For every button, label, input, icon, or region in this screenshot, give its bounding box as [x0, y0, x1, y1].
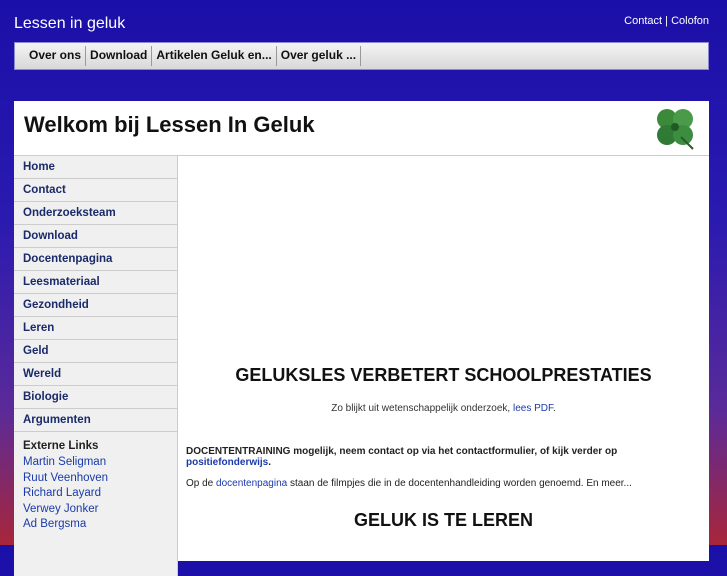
- four-leaf-clover-icon: [657, 109, 694, 150]
- sidebar-item-wereld[interactable]: Wereld: [14, 363, 177, 386]
- positiefonderwijs-link[interactable]: positiefonderwijs: [186, 457, 268, 468]
- sidebar-item-leren[interactable]: Leren: [14, 317, 177, 340]
- page-container: Welkom bij Lessen In Geluk Home Contact …: [14, 101, 709, 576]
- top-links: Contact | Colofon: [624, 15, 709, 27]
- external-link[interactable]: Martin Seligman: [14, 455, 177, 471]
- docentenpagina-link[interactable]: docentenpagina: [216, 478, 287, 489]
- sidebar-item-docentenpagina[interactable]: Docentenpagina: [14, 248, 177, 271]
- nav-over-geluk[interactable]: Over geluk ...: [277, 46, 362, 66]
- pdf-link[interactable]: lees PDF: [513, 403, 553, 414]
- page-header: Welkom bij Lessen In Geluk: [14, 101, 709, 156]
- sidebar: Home Contact Onderzoeksteam Download Doc…: [14, 156, 178, 576]
- line-pre: Op de: [186, 478, 214, 489]
- contact-link[interactable]: Contact: [624, 15, 662, 27]
- sidebar-item-gezondheid[interactable]: Gezondheid: [14, 294, 177, 317]
- external-link[interactable]: Ruut Veenhoven: [14, 471, 177, 487]
- sidebar-item-argumenten[interactable]: Argumenten: [14, 409, 177, 432]
- training-end: .: [268, 457, 272, 468]
- top-navbar: Over ons Download Artikelen Geluk en... …: [14, 42, 709, 70]
- training-text: DOCENTENTRAINING mogelijk, neem contact …: [186, 446, 618, 457]
- external-link[interactable]: Verwey Jonker: [14, 502, 177, 518]
- nav-artikelen[interactable]: Artikelen Geluk en...: [152, 46, 277, 66]
- site-title[interactable]: Lessen in geluk: [14, 15, 125, 33]
- external-link[interactable]: Ad Bergsma: [14, 517, 177, 533]
- sidebar-item-contact[interactable]: Contact: [14, 179, 177, 202]
- heading-geluk-is-te-leren: GELUK IS TE LEREN: [353, 510, 533, 530]
- nav-over-ons[interactable]: Over ons: [25, 46, 87, 66]
- line-post: staan de filmpjes die in de docentenhand…: [290, 478, 632, 489]
- page-title: Welkom bij Lessen In Geluk: [24, 112, 315, 137]
- training-paragraph: DOCENTENTRAINING mogelijk, neem contact …: [186, 446, 701, 468]
- sidebar-item-download[interactable]: Download: [14, 225, 177, 248]
- sidebar-item-geld[interactable]: Geld: [14, 340, 177, 363]
- sub-line: Zo blijkt uit wetenschappelijk onderzoek…: [186, 403, 701, 414]
- sidebar-item-onderzoeksteam[interactable]: Onderzoeksteam: [14, 202, 177, 225]
- external-link[interactable]: Richard Layard: [14, 486, 177, 502]
- docenten-paragraph: Op de docentenpagina staan de filmpjes d…: [186, 478, 701, 489]
- heading-geluksles: GELUKSLES VERBETERT SCHOOLPRESTATIES: [235, 365, 652, 385]
- main-content: GELUKSLES VERBETERT SCHOOLPRESTATIES Zo …: [186, 156, 701, 556]
- external-links-title: Externe Links: [23, 440, 99, 452]
- sub-text: Zo blijkt uit wetenschappelijk onderzoek…: [331, 403, 511, 414]
- separator: |: [665, 15, 669, 27]
- sidebar-item-leesmateriaal[interactable]: Leesmateriaal: [14, 271, 177, 294]
- sidebar-item-biologie[interactable]: Biologie: [14, 386, 177, 409]
- nav-download[interactable]: Download: [86, 46, 153, 66]
- sub-end: .: [553, 403, 556, 414]
- colofon-link[interactable]: Colofon: [671, 15, 709, 27]
- sidebar-item-home[interactable]: Home: [14, 156, 177, 179]
